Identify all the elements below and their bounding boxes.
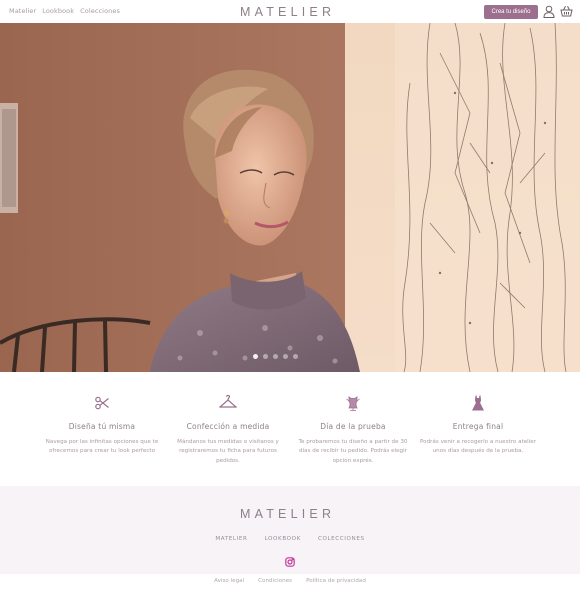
- hero-image: [0, 23, 580, 372]
- carousel-dot[interactable]: [273, 354, 278, 359]
- carousel-dot[interactable]: [253, 354, 258, 359]
- carousel-dot[interactable]: [283, 354, 288, 359]
- create-design-button[interactable]: Crea tu diseño: [484, 5, 538, 19]
- site-footer: MATELIER MATELIER LOOKBOOK COLECCIONES: [0, 486, 580, 574]
- mannequin-icon: [345, 395, 361, 415]
- carousel-indicators: [253, 354, 298, 359]
- footer-link-lookbook[interactable]: LOOKBOOK: [265, 536, 301, 542]
- instagram-icon[interactable]: [285, 552, 295, 567]
- dress-icon: [471, 395, 485, 415]
- site-header: Matelier Lookbook Colecciones MATELIER C…: [0, 0, 580, 23]
- basket-icon[interactable]: [559, 4, 573, 18]
- feature-measure: Confección a medida Mándanos tus medidas…: [167, 394, 289, 466]
- nav-link-colecciones[interactable]: Colecciones: [80, 7, 120, 15]
- feature-title: Diseña tú misma: [68, 422, 136, 431]
- feature-delivery: Entrega final Podrás venir a recogerlo a…: [417, 395, 539, 457]
- user-icon[interactable]: [542, 4, 556, 18]
- legal-link-privacy[interactable]: Política de privacidad: [306, 578, 366, 592]
- feature-text: Te probaremos tu diseño a partir de 30 d…: [298, 439, 408, 464]
- feature-title: Día de la prueba: [320, 422, 386, 431]
- footer-logo[interactable]: MATELIER: [240, 507, 340, 521]
- nav-link-matelier[interactable]: Matelier: [9, 7, 36, 15]
- footer-link-matelier[interactable]: MATELIER: [215, 536, 247, 542]
- legal-link-conditions[interactable]: Condiciones: [258, 578, 292, 592]
- top-nav: Matelier Lookbook Colecciones: [9, 7, 120, 15]
- feature-design: Diseña tú misma Navega por las infinitas…: [41, 396, 163, 457]
- feature-fitting: Día de la prueba Te probaremos tu diseño…: [292, 396, 414, 466]
- feature-title: Entrega final: [452, 422, 504, 431]
- feature-text: Mándanos tus medidas o visítanos y regis…: [177, 439, 279, 464]
- feature-text: Podrás venir a recogerlo a nuestro ateli…: [420, 439, 536, 455]
- nav-link-lookbook[interactable]: Lookbook: [42, 7, 74, 15]
- scissors-icon: [94, 395, 110, 415]
- carousel-dot[interactable]: [263, 354, 268, 359]
- hero-carousel[interactable]: [0, 23, 580, 372]
- feature-title: Confección a medida: [186, 422, 270, 431]
- features-section: Diseña tú misma Navega por las infinitas…: [0, 372, 580, 486]
- footer-nav: MATELIER LOOKBOOK COLECCIONES: [0, 536, 580, 542]
- carousel-dot[interactable]: [293, 354, 298, 359]
- hanger-icon: [218, 394, 238, 415]
- legal-link-notice[interactable]: Aviso legal: [214, 578, 244, 592]
- footer-link-colecciones[interactable]: COLECCIONES: [318, 536, 365, 542]
- feature-text: Navega por las infinitas opciones que te…: [45, 439, 159, 455]
- site-logo[interactable]: MATELIER: [240, 5, 340, 19]
- legal-links: Aviso legal Condiciones Política de priv…: [0, 574, 580, 592]
